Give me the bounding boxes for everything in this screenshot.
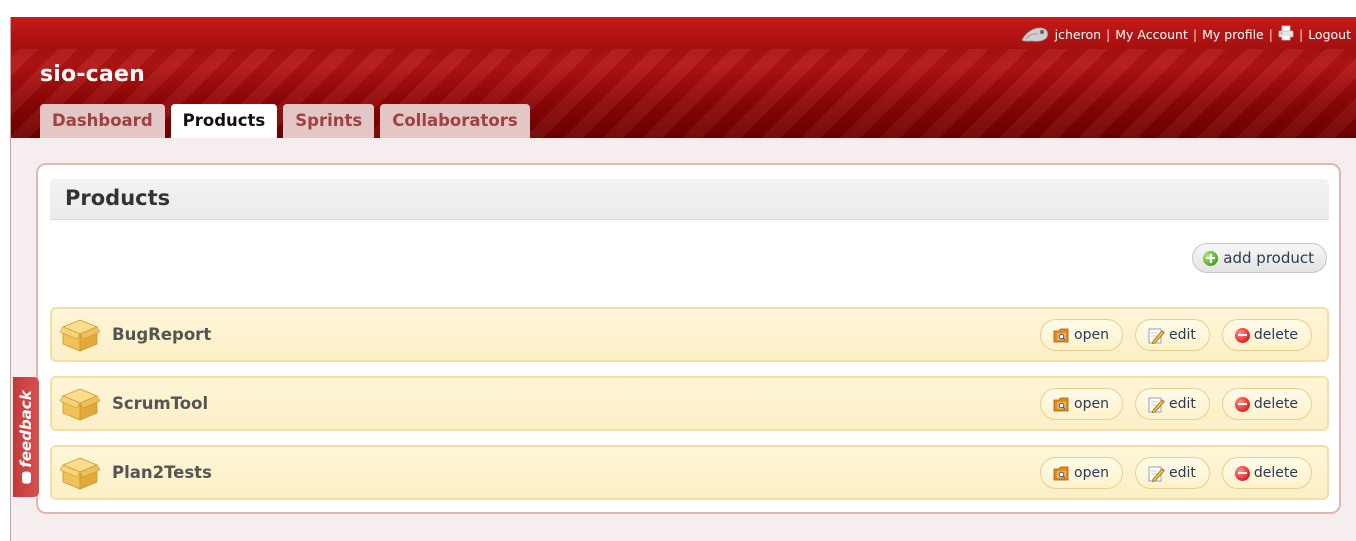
package-icon (59, 455, 101, 491)
edit-button[interactable]: edit (1135, 457, 1210, 489)
edit-label: edit (1169, 396, 1196, 412)
main-tabs: Dashboard Products Sprints Collaborators (40, 104, 530, 138)
row-actions: open edit delete (1040, 457, 1312, 489)
delete-button[interactable]: delete (1221, 319, 1312, 351)
username-link[interactable]: jcheron (1055, 27, 1101, 42)
plus-icon (1203, 250, 1219, 266)
tab-sprints[interactable]: Sprints (283, 104, 375, 138)
speech-bubble-icon (21, 471, 31, 484)
my-profile-link[interactable]: My profile (1202, 27, 1264, 42)
open-button[interactable]: open (1040, 457, 1123, 489)
tab-collaborators[interactable]: Collaborators (380, 104, 530, 138)
edit-pencil-icon (1148, 327, 1165, 344)
product-name[interactable]: Plan2Tests (112, 463, 212, 482)
edit-button[interactable]: edit (1135, 319, 1210, 351)
package-icon (59, 317, 101, 353)
separator: | (1192, 26, 1198, 42)
delete-minus-icon (1234, 396, 1250, 412)
tab-products[interactable]: Products (170, 104, 278, 138)
package-icon (59, 386, 101, 422)
product-name[interactable]: BugReport (112, 325, 211, 344)
tab-dashboard[interactable]: Dashboard (40, 104, 165, 138)
app-window: jcheron | My Account | My profile | | Lo… (10, 17, 1356, 541)
product-row: BugReport open edit delete (50, 307, 1329, 362)
product-name[interactable]: ScrumTool (112, 394, 208, 413)
open-folder-icon (1053, 466, 1070, 481)
open-button[interactable]: open (1040, 388, 1123, 420)
header-banner: jcheron | My Account | My profile | | Lo… (11, 17, 1356, 138)
open-label: open (1074, 396, 1109, 412)
separator: | (1298, 26, 1304, 42)
feedback-tab[interactable]: feedback (13, 377, 39, 497)
logout-link[interactable]: Logout (1308, 27, 1351, 42)
delete-button[interactable]: delete (1221, 457, 1312, 489)
add-product-label: add product (1223, 249, 1314, 267)
delete-minus-icon (1234, 327, 1250, 343)
open-label: open (1074, 465, 1109, 481)
products-panel: Products add product BugReport open edit… (36, 163, 1341, 514)
my-account-link[interactable]: My Account (1115, 27, 1188, 42)
delete-label: delete (1253, 327, 1298, 343)
edit-pencil-icon (1148, 396, 1165, 413)
row-actions: open edit delete (1040, 388, 1312, 420)
delete-label: delete (1253, 396, 1298, 412)
edit-label: edit (1169, 465, 1196, 481)
feedback-label-wrap: feedback (17, 390, 35, 484)
edit-button[interactable]: edit (1135, 388, 1210, 420)
product-row: Plan2Tests open edit delete (50, 445, 1329, 500)
edit-label: edit (1169, 327, 1196, 343)
row-actions: open edit delete (1040, 319, 1312, 351)
app-title: sio-caen (40, 62, 145, 87)
user-bar: jcheron | My Account | My profile | | Lo… (1020, 24, 1351, 44)
printer-icon[interactable] (1278, 25, 1294, 41)
delete-minus-icon (1234, 465, 1250, 481)
open-label: open (1074, 327, 1109, 343)
open-folder-icon (1053, 397, 1070, 412)
panel-title: Products (65, 186, 171, 210)
open-button[interactable]: open (1040, 319, 1123, 351)
user-avatar-icon[interactable] (1020, 24, 1050, 44)
edit-pencil-icon (1148, 465, 1165, 482)
feedback-label: feedback (17, 390, 35, 468)
delete-button[interactable]: delete (1221, 388, 1312, 420)
open-folder-icon (1053, 328, 1070, 343)
delete-label: delete (1253, 465, 1298, 481)
separator: | (1106, 26, 1111, 42)
panel-header: Products (50, 179, 1329, 220)
separator: | (1268, 26, 1273, 42)
product-row: ScrumTool open edit delete (50, 376, 1329, 431)
add-product-button[interactable]: add product (1192, 243, 1327, 273)
